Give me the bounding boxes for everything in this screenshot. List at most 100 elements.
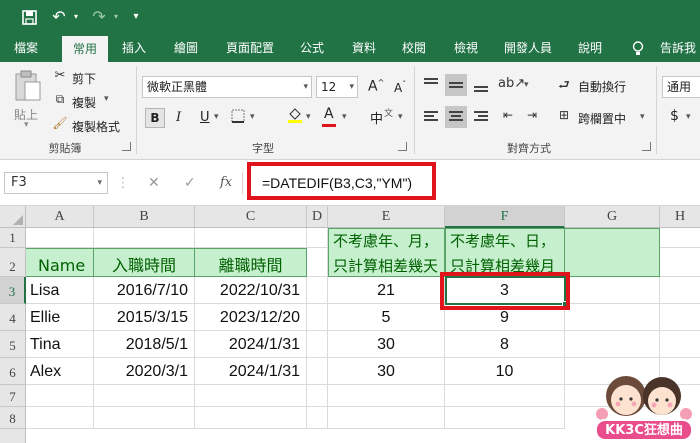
- align-right-button[interactable]: [470, 106, 492, 128]
- tab-help[interactable]: 說明: [568, 34, 612, 62]
- header-end-date[interactable]: 離職時間: [195, 248, 307, 277]
- insert-function-icon[interactable]: fx: [220, 172, 232, 194]
- cell-d5[interactable]: [307, 331, 328, 358]
- orientation-dropdown-icon[interactable]: ▾: [524, 80, 529, 90]
- align-left-button[interactable]: [420, 106, 442, 128]
- cell-d6[interactable]: [307, 358, 328, 385]
- cell-f5[interactable]: 8: [445, 331, 565, 358]
- font-launcher-icon[interactable]: ↘: [398, 142, 407, 151]
- cell-g5[interactable]: [565, 331, 660, 358]
- cancel-icon[interactable]: ✕: [148, 172, 160, 194]
- cell-e5[interactable]: 30: [328, 331, 445, 358]
- cell-d7[interactable]: [307, 385, 328, 407]
- phonetic-button[interactable]: 中: [370, 108, 383, 127]
- wrap-text-button[interactable]: 自動換行: [578, 78, 626, 95]
- cell-b8[interactable]: [94, 407, 195, 429]
- column-header-f[interactable]: F: [445, 206, 565, 228]
- cell-d3[interactable]: [307, 277, 328, 304]
- cell-e6[interactable]: 30: [328, 358, 445, 385]
- cell-e3[interactable]: 21: [328, 277, 445, 304]
- row-header-6[interactable]: 6: [0, 358, 26, 385]
- cell-b4[interactable]: 2015/3/15: [94, 304, 195, 331]
- tab-insert[interactable]: 插入: [112, 34, 156, 62]
- cell-e8[interactable]: [328, 407, 445, 429]
- copy-button[interactable]: 複製: [72, 94, 96, 111]
- cell-d1[interactable]: [307, 228, 328, 248]
- cell-g3[interactable]: [565, 277, 660, 304]
- decrease-indent-icon[interactable]: ⇤: [498, 108, 518, 122]
- undo-icon[interactable]: ↶: [48, 0, 70, 34]
- column-header-h[interactable]: H: [660, 206, 700, 228]
- tab-draw[interactable]: 繪圖: [164, 34, 208, 62]
- paste-button[interactable]: 貼上 ▾: [10, 68, 46, 132]
- number-format-select[interactable]: 通用格: [662, 76, 700, 98]
- save-icon[interactable]: [18, 0, 40, 34]
- copy-dropdown-icon[interactable]: ▾: [104, 94, 109, 104]
- cell-f7[interactable]: [445, 385, 565, 407]
- borders-icon[interactable]: [230, 109, 246, 127]
- align-center-button[interactable]: [445, 106, 467, 128]
- cell-e7[interactable]: [328, 385, 445, 407]
- cell-a3[interactable]: Lisa: [26, 277, 94, 304]
- align-middle-button[interactable]: [445, 74, 467, 96]
- column-header-g[interactable]: G: [565, 206, 660, 228]
- name-box[interactable]: F3 ▾: [4, 172, 108, 194]
- cell-c4[interactable]: 2023/12/20: [195, 304, 307, 331]
- tab-home[interactable]: 常用: [62, 36, 108, 62]
- cell-h5[interactable]: [660, 331, 700, 358]
- row-header-5[interactable]: 5: [0, 331, 26, 358]
- cell-g4[interactable]: [565, 304, 660, 331]
- font-size-select[interactable]: 12 ▾: [316, 76, 358, 98]
- header-days-diff[interactable]: 不考慮年、月，只計算相差幾天: [328, 228, 445, 277]
- column-header-d[interactable]: D: [307, 206, 328, 228]
- cell-a1[interactable]: [26, 228, 94, 248]
- cell-h3[interactable]: [660, 277, 700, 304]
- undo-dropdown-icon[interactable]: ▾: [70, 0, 82, 34]
- format-painter-button[interactable]: 複製格式: [72, 118, 120, 135]
- cell-c5[interactable]: 2024/1/31: [195, 331, 307, 358]
- column-header-b[interactable]: B: [94, 206, 195, 228]
- tab-page-layout[interactable]: 頁面配置: [218, 34, 282, 62]
- cell-f8[interactable]: [445, 407, 565, 429]
- cell-b7[interactable]: [94, 385, 195, 407]
- alignment-launcher-icon[interactable]: ↘: [642, 142, 651, 151]
- cell-g1-g2[interactable]: [565, 228, 660, 277]
- shrink-font-button[interactable]: Aˇ: [394, 80, 406, 95]
- row-header-1[interactable]: 1: [0, 228, 26, 248]
- cell-h1[interactable]: [660, 228, 700, 248]
- increase-indent-icon[interactable]: ⇥: [522, 108, 542, 122]
- cell-d4[interactable]: [307, 304, 328, 331]
- cell-d8[interactable]: [307, 407, 328, 429]
- clipboard-launcher-icon[interactable]: ↘: [122, 142, 131, 151]
- tell-me-search[interactable]: 告訴我: [652, 34, 700, 62]
- orientation-icon[interactable]: ab↗: [498, 76, 525, 91]
- cell-c6[interactable]: 2024/1/31: [195, 358, 307, 385]
- cell-b6[interactable]: 2020/3/1: [94, 358, 195, 385]
- borders-dropdown-icon[interactable]: ▾: [250, 112, 255, 122]
- cell-a6[interactable]: Alex: [26, 358, 94, 385]
- row-header-2[interactable]: 2: [0, 248, 26, 277]
- merge-dropdown-icon[interactable]: ▾: [640, 112, 645, 122]
- cell-h4[interactable]: [660, 304, 700, 331]
- row-header-7[interactable]: 7: [0, 385, 26, 407]
- cell-a4[interactable]: Ellie: [26, 304, 94, 331]
- font-color-dropdown-icon[interactable]: ▾: [342, 112, 347, 122]
- row-header-3[interactable]: 3: [0, 277, 26, 304]
- row-header-8[interactable]: 8: [0, 407, 26, 429]
- cell-h2[interactable]: [660, 248, 700, 277]
- cell-c1[interactable]: [195, 228, 307, 248]
- column-header-e[interactable]: E: [328, 206, 445, 228]
- header-months-diff[interactable]: 不考慮年、日，只計算相差幾月: [445, 228, 565, 277]
- tab-review[interactable]: 校閱: [392, 34, 436, 62]
- bold-button[interactable]: B: [145, 108, 165, 128]
- cell-c7[interactable]: [195, 385, 307, 407]
- underline-dropdown-icon[interactable]: ▾: [214, 112, 219, 122]
- cell-e4[interactable]: 5: [328, 304, 445, 331]
- italic-button[interactable]: I: [176, 110, 181, 125]
- row-header-4[interactable]: 4: [0, 304, 26, 331]
- select-all-corner[interactable]: [0, 206, 26, 228]
- grow-font-button[interactable]: A^: [368, 78, 384, 95]
- cell-a7[interactable]: [26, 385, 94, 407]
- underline-button[interactable]: U: [200, 110, 210, 125]
- font-color-button[interactable]: A: [324, 106, 334, 122]
